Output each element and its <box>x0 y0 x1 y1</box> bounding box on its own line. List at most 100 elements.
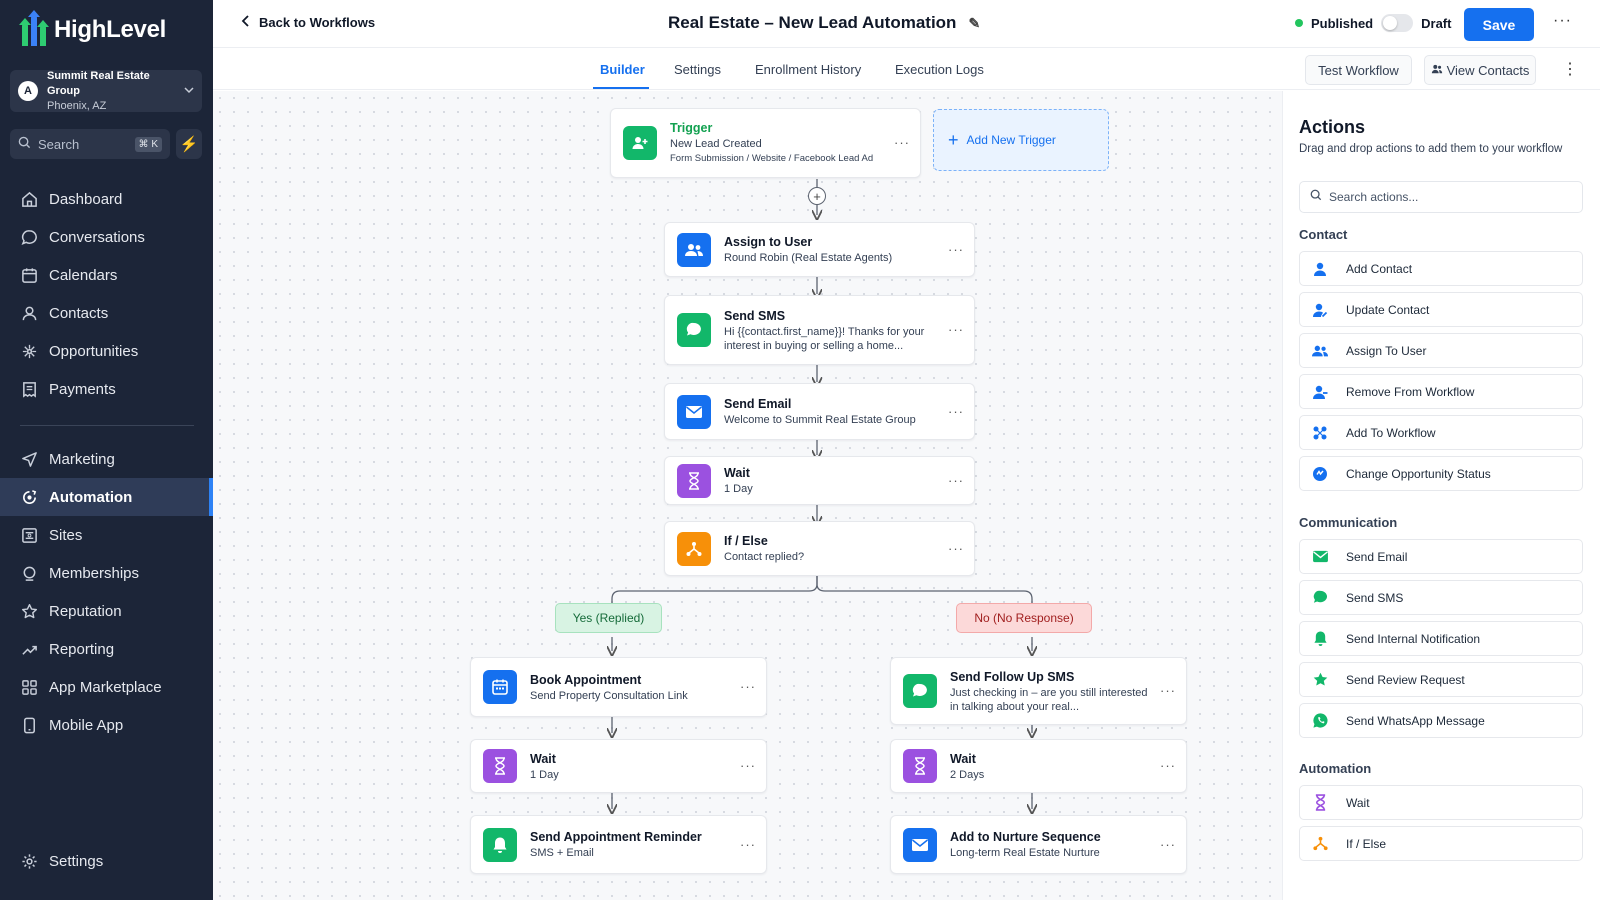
action-add-to-workflow[interactable]: Add To Workflow <box>1299 415 1583 450</box>
more-vertical-icon[interactable]: ⋮ <box>1562 59 1578 79</box>
sidebar-item-mobile-app[interactable]: Mobile App <box>0 706 213 744</box>
trigger-node[interactable]: Trigger New Lead Created Form Submission… <box>610 108 921 178</box>
no-step-node[interactable]: Send Follow Up SMS Just checking in – ar… <box>890 657 1187 725</box>
add-step-plus-icon[interactable]: + <box>808 187 826 205</box>
action-send-internal-notification[interactable]: Send Internal Notification <box>1299 621 1583 656</box>
sidebar-item-dashboard[interactable]: Dashboard <box>0 180 213 218</box>
back-to-workflows-link[interactable]: Back to Workflows <box>241 15 375 30</box>
node-more-icon[interactable]: ··· <box>1160 683 1176 698</box>
calendar-icon <box>483 670 517 704</box>
action-change-opportunity-status[interactable]: Change Opportunity Status <box>1299 456 1583 491</box>
step-node[interactable]: Assign to User Round Robin (Real Estate … <box>664 222 975 277</box>
action-label: Wait <box>1346 795 1370 810</box>
action-assign-to-user[interactable]: Assign To User <box>1299 333 1583 368</box>
sidebar-item-conversations[interactable]: Conversations <box>0 218 213 256</box>
node-more-icon[interactable]: ··· <box>740 836 756 851</box>
account-switcher[interactable]: A Summit Real Estate Group Phoenix, AZ <box>10 70 202 112</box>
sidebar-item-label: Reporting <box>49 640 115 658</box>
workflow-tabs: Builder Settings Enrollment History Exec… <box>213 48 1600 90</box>
step-title: Wait <box>950 751 976 766</box>
sidebar-item-payments[interactable]: Payments <box>0 370 213 408</box>
action-add-contact[interactable]: Add Contact <box>1299 251 1583 286</box>
sidebar-item-settings[interactable]: Settings <box>0 842 213 880</box>
action-send-sms[interactable]: Send SMS <box>1299 580 1583 615</box>
sidebar-item-marketing[interactable]: Marketing <box>0 440 213 478</box>
sidebar-item-contacts[interactable]: Contacts <box>0 294 213 332</box>
yes-step-node[interactable]: Wait 1 Day ··· <box>470 739 767 793</box>
step-node[interactable]: Send Email Welcome to Summit Real Estate… <box>664 383 975 440</box>
no-step-node[interactable]: Add to Nurture Sequence Long-term Real E… <box>890 815 1187 874</box>
node-more-icon[interactable]: ··· <box>948 241 964 256</box>
action-update-contact[interactable]: Update Contact <box>1299 292 1583 327</box>
grid-icon <box>20 678 38 696</box>
search-actions-input[interactable] <box>1329 190 1569 204</box>
chevron-left-icon <box>241 15 251 30</box>
workflow-canvas[interactable]: + Trigger New Lead Created Form Submissi… <box>213 91 1282 900</box>
sidebar-item-opportunities[interactable]: Opportunities <box>0 332 213 370</box>
step-title: Assign to User <box>724 235 813 249</box>
step-node[interactable]: Wait 1 Day ··· <box>664 456 975 505</box>
account-name: Summit Real Estate Group <box>47 69 150 97</box>
sidebar-item-reporting[interactable]: Reporting <box>0 630 213 668</box>
test-workflow-button[interactable]: Test Workflow <box>1305 55 1412 85</box>
action-send-email[interactable]: Send Email <box>1299 539 1583 574</box>
step-subtitle: 2 Days <box>950 768 985 781</box>
tab-builder[interactable]: Builder <box>600 62 645 77</box>
node-more-icon[interactable]: ··· <box>948 472 964 487</box>
node-more-icon[interactable]: ··· <box>1160 758 1176 773</box>
more-options-icon[interactable]: ··· <box>1553 12 1572 30</box>
publish-toggle[interactable] <box>1381 14 1414 32</box>
person-edit-icon <box>1308 298 1332 322</box>
step-title: Wait <box>724 466 750 480</box>
automation-icon <box>20 488 38 506</box>
no-branch-label[interactable]: No (No Response) <box>956 603 1092 633</box>
brand-name: HighLevel <box>54 16 166 43</box>
node-more-icon[interactable]: ··· <box>740 679 756 694</box>
step-subtitle: SMS + Email <box>530 847 594 859</box>
edit-pencil-icon[interactable]: ✎ <box>968 15 980 32</box>
sidebar-item-calendars[interactable]: Calendars <box>0 256 213 294</box>
node-more-icon[interactable]: ··· <box>948 403 964 418</box>
sidebar-item-reputation[interactable]: Reputation <box>0 592 213 630</box>
step-node[interactable]: Send SMS Hi {{contact.first_name}}! Than… <box>664 295 975 365</box>
sidebar-search[interactable]: Search ⌘ K <box>10 129 170 159</box>
node-more-icon[interactable]: ··· <box>1160 836 1176 851</box>
yes-step-node[interactable]: Book Appointment Send Property Consultat… <box>470 657 767 717</box>
quick-actions-button[interactable]: ⚡ <box>176 129 202 159</box>
save-button[interactable]: Save <box>1464 8 1534 41</box>
chevron-down-icon <box>184 85 194 98</box>
if-else-node[interactable]: If / Else Contact replied? ··· <box>664 521 975 576</box>
hourglass-icon <box>903 749 937 783</box>
highlevel-logo[interactable]: HighLevel <box>19 10 166 46</box>
search-actions-field[interactable] <box>1299 181 1583 213</box>
tab-execution-logs[interactable]: Execution Logs <box>895 62 984 77</box>
action-send-whatsapp-message[interactable]: Send WhatsApp Message <box>1299 703 1583 738</box>
action-wait[interactable]: Wait <box>1299 785 1583 820</box>
tab-settings[interactable]: Settings <box>674 62 721 77</box>
sidebar-item-app-marketplace[interactable]: App Marketplace <box>0 668 213 706</box>
yes-step-node[interactable]: Send Appointment Reminder SMS + Email ··… <box>470 815 767 874</box>
sidebar-item-automation[interactable]: Automation <box>0 478 213 516</box>
yes-branch-label[interactable]: Yes (Replied) <box>555 603 662 633</box>
tab-enrollment-history[interactable]: Enrollment History <box>755 62 861 77</box>
view-contacts-button[interactable]: View Contacts <box>1424 55 1536 85</box>
action-send-review-request[interactable]: Send Review Request <box>1299 662 1583 697</box>
sms-icon <box>903 674 937 708</box>
action-if-else[interactable]: If / Else <box>1299 826 1583 861</box>
node-more-icon[interactable]: ··· <box>740 758 756 773</box>
action-remove-from-workflow[interactable]: Remove From Workflow <box>1299 374 1583 409</box>
sidebar-item-sites[interactable]: Sites <box>0 516 213 554</box>
branch-icon <box>677 531 711 566</box>
action-label: Assign To User <box>1346 343 1427 358</box>
published-label: Published <box>1311 15 1374 31</box>
chat-icon <box>20 228 38 246</box>
workflow-title: Real Estate – New Lead Automation ✎ <box>668 13 980 33</box>
trigger-heading: Trigger <box>670 121 713 135</box>
step-subtitle: Welcome to Summit Real Estate Group <box>724 414 916 426</box>
sidebar-item-memberships[interactable]: Memberships <box>0 554 213 592</box>
node-more-icon[interactable]: ··· <box>894 135 910 150</box>
node-more-icon[interactable]: ··· <box>948 540 964 555</box>
add-new-trigger-button[interactable]: + Add New Trigger <box>933 109 1109 171</box>
no-step-node[interactable]: Wait 2 Days ··· <box>890 739 1187 793</box>
node-more-icon[interactable]: ··· <box>948 322 964 337</box>
